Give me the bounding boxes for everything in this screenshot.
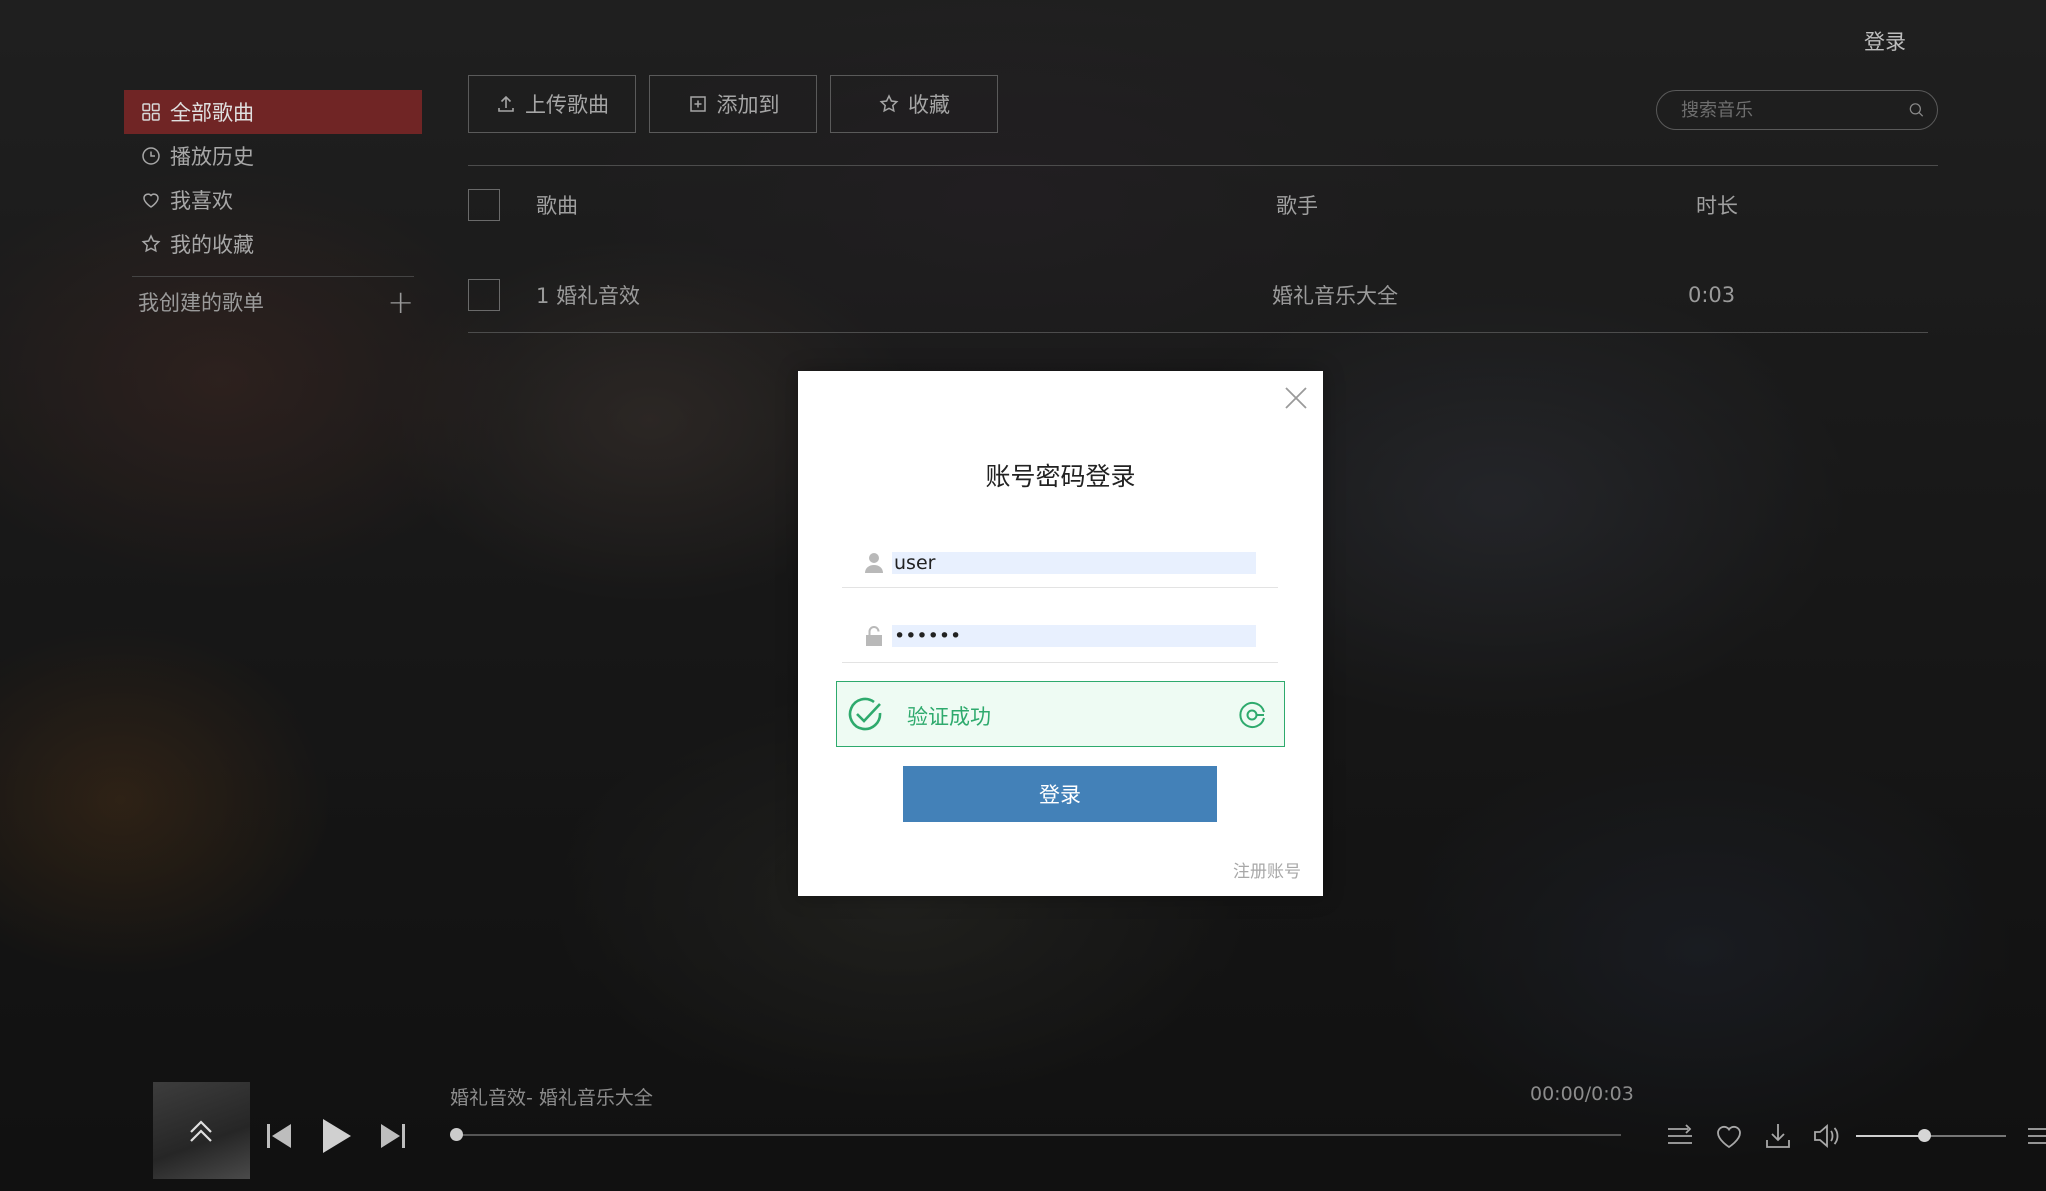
progress-knob[interactable] (450, 1128, 463, 1141)
volume-fill (1856, 1135, 1924, 1137)
sidebar: 全部歌曲 播放历史 我喜欢 我的收藏 我创建的歌单 + (124, 90, 422, 327)
search-box[interactable] (1656, 90, 1938, 130)
volume-icon (1814, 1124, 1839, 1148)
play-icon (323, 1119, 351, 1153)
user-icon (865, 553, 883, 573)
login-button[interactable]: 登录 (903, 766, 1217, 822)
username-input[interactable] (892, 552, 1256, 574)
table-bottom-divider (468, 332, 1928, 333)
username-field (842, 535, 1278, 588)
column-artist: 歌手 (1276, 194, 1318, 218)
previous-button[interactable] (265, 1121, 293, 1151)
clock-icon (142, 147, 160, 165)
music-app: 登录 全部歌曲 播放历史 我喜欢 我的收藏 我创建的歌单 + 上传歌曲 添加到 … (0, 0, 2046, 1191)
playlist-mode-button[interactable] (1664, 1120, 1696, 1152)
search-icon[interactable] (1908, 99, 1925, 121)
download-button[interactable] (1762, 1120, 1794, 1152)
star-icon (141, 234, 161, 253)
song-index: 1 (536, 284, 550, 308)
table-top-divider (468, 165, 1938, 166)
queue-list-icon (2028, 1128, 2046, 1144)
song-duration: 0:03 (1688, 283, 1736, 307)
upload-icon (498, 95, 514, 112)
sidebar-item-label: 我的收藏 (170, 233, 254, 257)
lock-icon (866, 626, 882, 646)
favorite-label: 收藏 (908, 93, 950, 117)
song-artist[interactable]: 婚礼音乐大全 (1272, 280, 1398, 310)
song-title: 婚礼音效 (556, 284, 641, 308)
volume-button[interactable] (1811, 1120, 1843, 1152)
verify-status-text: 验证成功 (907, 705, 991, 729)
next-icon (381, 1124, 405, 1148)
previous-icon (267, 1124, 291, 1148)
sidebar-item-label: 播放历史 (170, 145, 254, 169)
now-playing-text: 婚礼音效- 婚礼音乐大全 (450, 1087, 653, 1109)
refresh-icon[interactable] (1236, 699, 1268, 731)
like-button[interactable] (1713, 1120, 1745, 1152)
sidebar-item-label: 全部歌曲 (170, 101, 254, 125)
playback-time: 00:00/0:03 (1530, 1083, 1634, 1105)
download-icon (1766, 1124, 1790, 1148)
heart-icon (1717, 1125, 1741, 1149)
check-circle-icon (848, 697, 882, 731)
next-button[interactable] (379, 1121, 407, 1151)
sidebar-item-history[interactable]: 播放历史 (124, 134, 422, 178)
play-queue-button[interactable] (2024, 1120, 2046, 1152)
add-playlist-button[interactable]: + (387, 283, 414, 321)
play-button[interactable] (321, 1117, 353, 1155)
album-cover[interactable] (153, 1082, 250, 1179)
add-to-label: 添加到 (716, 93, 780, 117)
sidebar-item-liked[interactable]: 我喜欢 (124, 178, 422, 222)
sidebar-item-all-songs[interactable]: 全部歌曲 (124, 90, 422, 134)
column-song: 歌曲 (536, 194, 578, 218)
password-input[interactable] (892, 625, 1256, 647)
favorite-button[interactable]: 收藏 (830, 75, 998, 133)
upload-song-label: 上传歌曲 (525, 93, 609, 117)
heart-icon (143, 193, 159, 208)
add-to-button[interactable]: 添加到 (649, 75, 817, 133)
song-table-header: 歌曲 歌手 时长 (468, 183, 1928, 227)
volume-knob[interactable] (1917, 1129, 1931, 1142)
list-loop-icon (1668, 1124, 1692, 1144)
playlists-label: 我创建的歌单 (138, 291, 264, 315)
sidebar-item-collection[interactable]: 我的收藏 (124, 222, 422, 266)
toolbar: 上传歌曲 添加到 收藏 (468, 75, 998, 133)
expand-up-icon[interactable] (183, 1112, 219, 1148)
search-input[interactable] (1679, 98, 1908, 122)
column-duration: 时长 (1696, 194, 1738, 218)
grid-icon (142, 103, 160, 121)
captcha-verify-box[interactable]: 验证成功 (836, 681, 1285, 747)
sidebar-item-label: 我喜欢 (170, 189, 233, 213)
close-icon[interactable] (1283, 385, 1309, 411)
upload-song-button[interactable]: 上传歌曲 (468, 75, 636, 133)
row-checkbox[interactable] (468, 279, 500, 311)
sidebar-my-playlists[interactable]: 我创建的歌单 + (124, 277, 422, 327)
register-link[interactable]: 注册账号 (1233, 857, 1301, 882)
song-title-cell[interactable]: 1 婚礼音效 (536, 280, 640, 310)
add-box-icon (689, 96, 706, 112)
password-field (842, 608, 1278, 663)
select-all-checkbox[interactable] (468, 189, 500, 221)
login-dialog: 账号密码登录 验证成功 登录 注册账号 (798, 371, 1323, 896)
table-row[interactable]: 1 婚礼音效 婚礼音乐大全 0:03 (468, 273, 1928, 317)
star-icon (879, 94, 899, 113)
progress-bar[interactable] (450, 1128, 1621, 1141)
volume-slider[interactable] (1856, 1129, 2006, 1142)
dialog-title: 账号密码登录 (985, 462, 1136, 491)
top-login-link[interactable]: 登录 (1864, 26, 1906, 56)
